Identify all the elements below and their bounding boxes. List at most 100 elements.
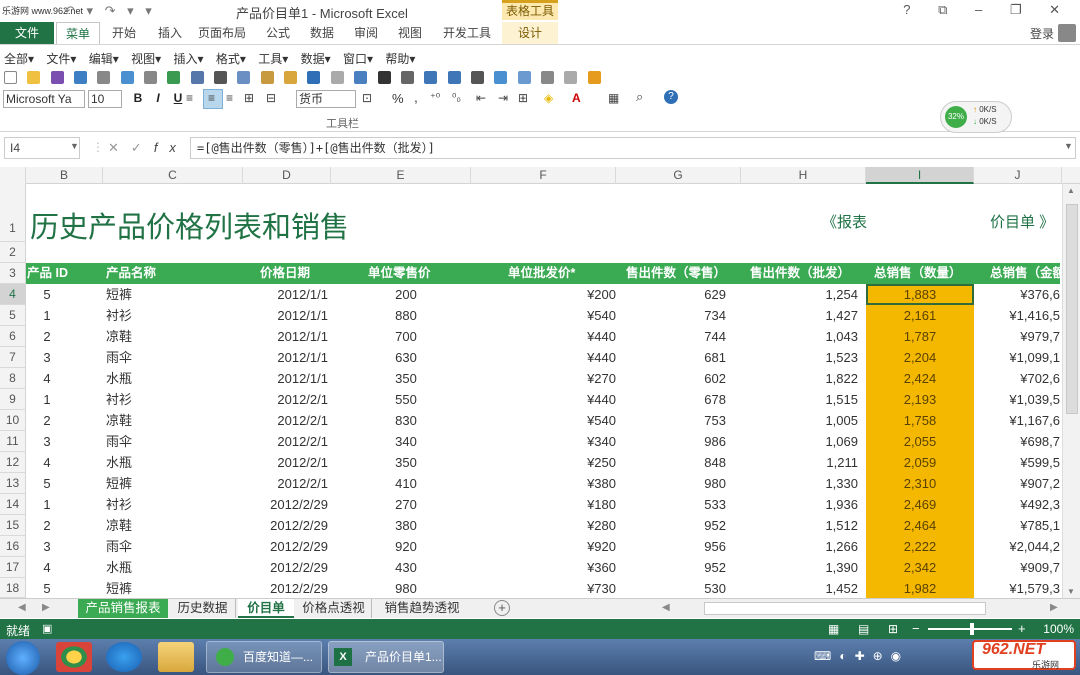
table-cell[interactable]: 5 — [26, 284, 68, 305]
decrease-indent-icon[interactable]: ⇤ — [476, 91, 486, 105]
column-header[interactable]: B — [26, 167, 103, 184]
table-cell[interactable]: ¥979,7 — [976, 326, 1060, 347]
header-wholesale-price[interactable]: 单位批发价* — [508, 263, 575, 284]
sheet-tab-report[interactable]: 产品销售报表 — [78, 599, 168, 618]
table-cell[interactable]: 2,161 — [866, 305, 974, 326]
table-icon[interactable] — [540, 71, 554, 85]
table-cell[interactable]: 雨伞 — [106, 536, 206, 557]
table-cell[interactable]: 380 — [356, 515, 456, 536]
table-cell[interactable]: 1,883 — [866, 284, 974, 305]
warning-icon[interactable] — [587, 71, 601, 85]
scroll-down-icon[interactable]: ▼ — [1067, 587, 1075, 596]
table-cell[interactable]: ¥280 — [496, 515, 616, 536]
row-header[interactable]: 12 — [0, 452, 26, 473]
table-cell[interactable]: 2,424 — [866, 368, 974, 389]
table-cell[interactable]: 952 — [616, 557, 726, 578]
align-left-icon[interactable]: ≡ — [186, 91, 193, 105]
table-cell[interactable]: 980 — [356, 578, 456, 599]
avatar[interactable] — [1058, 24, 1076, 42]
find-icon[interactable]: ⌕ — [636, 89, 643, 105]
macro-record-icon[interactable]: ▣ — [42, 622, 52, 635]
table-cell[interactable]: 凉鞋 — [106, 515, 206, 536]
table-cell[interactable]: ¥340 — [496, 431, 616, 452]
table-cell[interactable]: 水瓶 — [106, 452, 206, 473]
table-cell[interactable]: 1,427 — [742, 305, 858, 326]
table-cell[interactable]: 678 — [616, 389, 726, 410]
table-cell[interactable]: 3 — [26, 347, 68, 368]
cut-icon[interactable] — [214, 71, 228, 85]
menu-data[interactable]: 数据▾ — [301, 52, 331, 66]
table-cell[interactable]: ¥909,7 — [976, 557, 1060, 578]
table-cell[interactable]: ¥920 — [496, 536, 616, 557]
table-cell[interactable]: 340 — [356, 431, 456, 452]
expand-formula-icon[interactable]: ▼ — [1064, 141, 1073, 151]
table-cell[interactable]: 4 — [26, 557, 68, 578]
table-cell[interactable]: 1,330 — [742, 473, 858, 494]
header-units-retail[interactable]: 售出件数（零售） — [626, 263, 726, 284]
table-cell[interactable]: ¥698,7 — [976, 431, 1060, 452]
row-header[interactable]: 11 — [0, 431, 26, 452]
table-cell[interactable]: 2,342 — [866, 557, 974, 578]
table-cell[interactable]: 681 — [616, 347, 726, 368]
vertical-scroll-thumb[interactable] — [1066, 204, 1078, 414]
app-icon[interactable] — [56, 642, 92, 672]
table-cell[interactable]: ¥599,5 — [976, 452, 1060, 473]
wrap-text-icon[interactable]: ⊟ — [266, 91, 276, 105]
table-cell[interactable]: 2,469 — [866, 494, 974, 515]
formula-input[interactable]: =[@售出件数（零售）]+[@售出件数（批发）] — [190, 137, 1076, 159]
tab-review[interactable]: 审阅 — [344, 22, 388, 44]
table-cell[interactable]: ¥440 — [496, 389, 616, 410]
table-cell[interactable]: 3 — [26, 536, 68, 557]
menu-view[interactable]: 视图▾ — [131, 52, 161, 66]
table-cell[interactable]: 1 — [26, 305, 68, 326]
cancel-icon[interactable]: ✕ — [108, 140, 131, 155]
scroll-left-icon[interactable]: ◀ — [662, 602, 670, 613]
table-cell[interactable]: ¥1,099,1 — [976, 347, 1060, 368]
table-cell[interactable]: ¥180 — [496, 494, 616, 515]
table-cell[interactable]: 2012/1/1 — [226, 368, 328, 389]
table-cell[interactable]: 雨伞 — [106, 347, 206, 368]
autosum-icon[interactable] — [377, 71, 391, 85]
table-cell[interactable]: 1,515 — [742, 389, 858, 410]
hyperlink-icon[interactable] — [354, 71, 368, 85]
table-cell[interactable]: ¥270 — [496, 368, 616, 389]
menu-file[interactable]: 文件▾ — [46, 52, 76, 66]
table-cell[interactable]: 1,936 — [742, 494, 858, 515]
table-cell[interactable]: 830 — [356, 410, 456, 431]
start-button-icon[interactable] — [6, 641, 40, 675]
table-cell[interactable]: 2012/1/1 — [226, 347, 328, 368]
print-icon[interactable] — [97, 71, 111, 85]
row-header[interactable]: 8 — [0, 368, 26, 389]
table-cell[interactable]: ¥1,167,6 — [976, 410, 1060, 431]
row-header[interactable]: 15 — [0, 515, 26, 536]
table-cell[interactable]: 880 — [356, 305, 456, 326]
menu-format[interactable]: 格式▾ — [216, 52, 246, 66]
underline-button[interactable]: U — [168, 91, 188, 105]
table-cell[interactable]: ¥907,2 — [976, 473, 1060, 494]
table-cell[interactable]: 2012/2/1 — [226, 410, 328, 431]
row-header[interactable]: 16 — [0, 536, 26, 557]
table-cell[interactable]: ¥702,6 — [976, 368, 1060, 389]
preview-icon[interactable] — [144, 71, 158, 85]
save-icon[interactable] — [50, 71, 64, 85]
table-cell[interactable]: 630 — [356, 347, 456, 368]
table-cell[interactable]: 4 — [26, 368, 68, 389]
table-cell[interactable]: 350 — [356, 452, 456, 473]
menu-all[interactable]: 全部▾ — [4, 52, 34, 66]
table-cell[interactable]: 2012/1/1 — [226, 305, 328, 326]
merge-center-icon[interactable]: ⊞ — [244, 91, 254, 105]
sort-descending-icon[interactable] — [447, 71, 461, 85]
select-all-corner[interactable] — [0, 167, 26, 184]
table-cell[interactable]: 270 — [356, 494, 456, 515]
tab-menu[interactable]: 菜单 — [56, 22, 100, 44]
quick-access-toolbar[interactable]: ↶ ▾ ↷ ▾ ▾ — [64, 3, 156, 19]
table-cell[interactable]: ¥360 — [496, 557, 616, 578]
prev-sheet-icon[interactable]: ◀ — [18, 602, 26, 613]
table-cell[interactable]: 2012/2/29 — [226, 494, 328, 515]
open-folder-icon[interactable] — [27, 71, 41, 85]
table-cell[interactable]: 1,822 — [742, 368, 858, 389]
table-cell[interactable]: 2012/2/29 — [226, 578, 328, 599]
row-header[interactable]: 14 — [0, 494, 26, 515]
system-tray-icons[interactable]: ⌨◐✚⊕◉ — [814, 649, 909, 663]
font-color-icon[interactable]: A — [572, 91, 581, 105]
